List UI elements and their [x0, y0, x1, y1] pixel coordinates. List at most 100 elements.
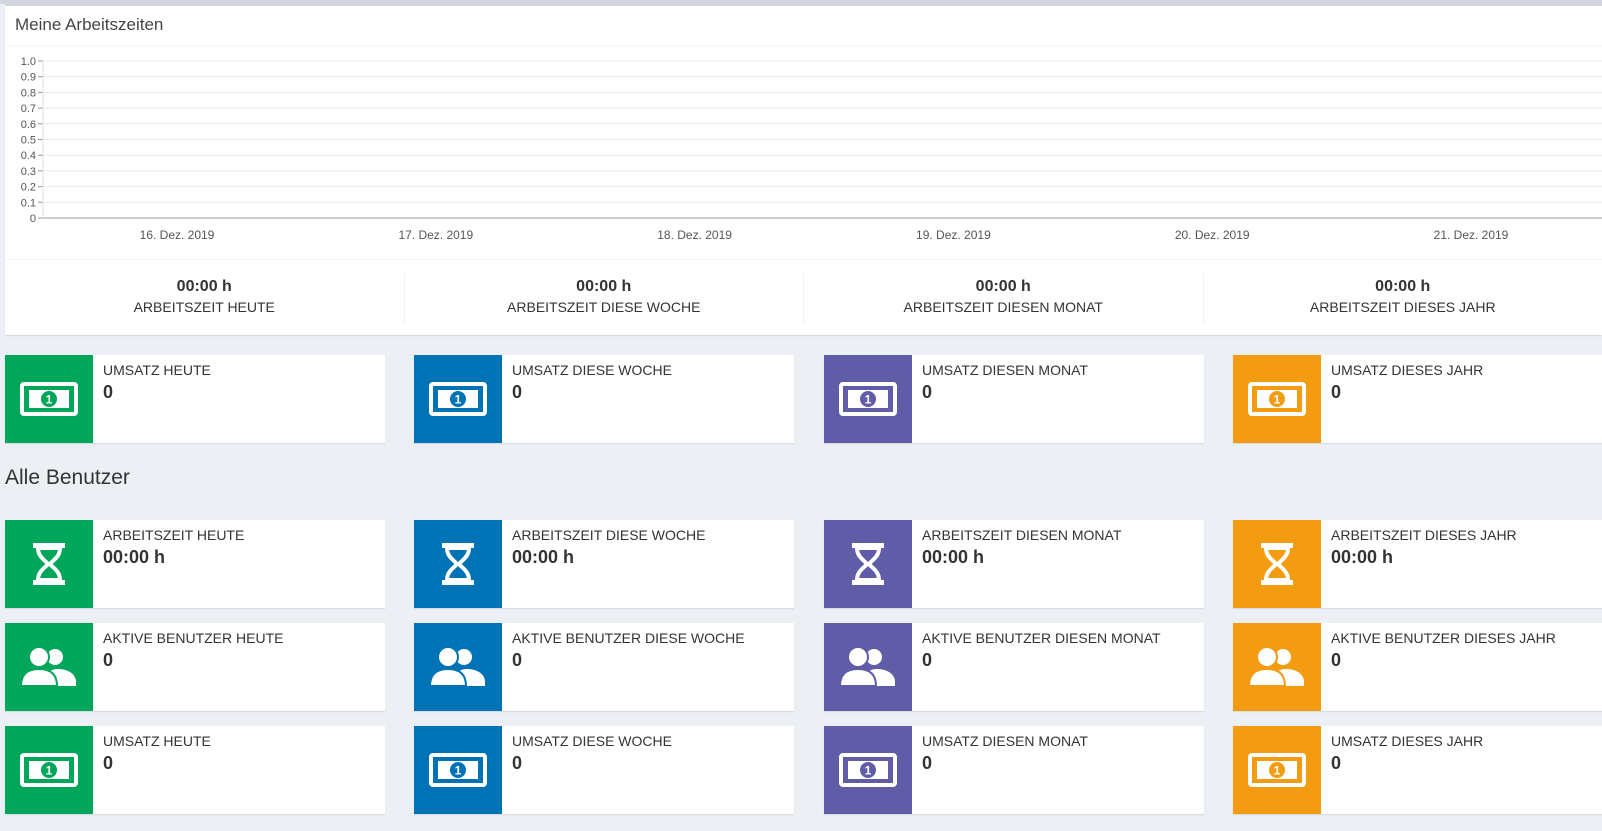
svg-text:1: 1	[865, 764, 872, 778]
info-box-value: 0	[922, 753, 933, 773]
all-active-users-box: AKTIVE BENUTZER DIESES JAHR 0	[1233, 623, 1602, 711]
x-tick-label: 21. Dez. 2019	[1434, 228, 1509, 242]
my-revenue-box: 1 UMSATZ DIESEN MONAT 0	[824, 355, 1204, 443]
info-box-value: 0	[103, 650, 114, 670]
money-bill-icon: 1	[1233, 355, 1321, 443]
stat-value: 00:00 h	[975, 278, 1031, 295]
x-tick-label: 20. Dez. 2019	[1175, 228, 1250, 242]
x-tick-label: 17. Dez. 2019	[398, 228, 473, 242]
stat-label: ARBEITSZEIT HEUTE	[133, 299, 275, 315]
x-tick-label: 16. Dez. 2019	[140, 228, 215, 242]
svg-text:1: 1	[455, 764, 462, 778]
info-box-value: 0	[512, 753, 523, 773]
y-tick-label: 0.8	[21, 87, 36, 99]
x-tick-label: 18. Dez. 2019	[657, 228, 732, 242]
y-tick-label: 1.0	[21, 56, 36, 68]
info-box-label: ARBEITSZEIT DIESE WOCHE	[512, 527, 706, 543]
info-box-label: UMSATZ DIESES JAHR	[1331, 362, 1484, 378]
info-box-label: UMSATZ HEUTE	[103, 362, 211, 378]
chart-divider	[5, 259, 1602, 260]
y-tick-label: 0.9	[21, 72, 36, 84]
hourglass-icon	[824, 520, 912, 608]
info-box-label: ARBEITSZEIT DIESES JAHR	[1331, 527, 1517, 543]
my-revenue-box: 1 UMSATZ HEUTE 0	[5, 355, 385, 443]
info-box-label: AKTIVE BENUTZER HEUTE	[103, 630, 284, 646]
info-box-value: 0	[1331, 650, 1342, 670]
info-box-value: 0	[922, 382, 933, 402]
all-revenue-box: 1 UMSATZ DIESE WOCHE 0	[414, 726, 794, 814]
stat-year: 00:00 h ARBEITSZEIT DIESES JAHR	[1204, 274, 1602, 324]
all-active-users-box: AKTIVE BENUTZER HEUTE 0	[5, 623, 385, 711]
y-tick-label: 0.3	[21, 166, 36, 178]
stat-value: 00:00 h	[576, 278, 632, 295]
y-tick-label: 0.5	[21, 135, 36, 147]
info-box-value: 00:00 h	[512, 547, 575, 567]
svg-text:1: 1	[46, 393, 53, 407]
info-box-label: AKTIVE BENUTZER DIESEN MONAT	[922, 630, 1161, 646]
users-icon	[5, 623, 93, 711]
stat-label: ARBEITSZEIT DIESES JAHR	[1309, 299, 1496, 315]
info-box-value: 0	[103, 753, 114, 773]
hourglass-icon	[1233, 520, 1321, 608]
x-tick-label: 19. Dez. 2019	[916, 228, 991, 242]
svg-text:1: 1	[865, 393, 872, 407]
section-title-all-users: Alle Benutzer	[5, 466, 130, 489]
info-box-label: ARBEITSZEIT HEUTE	[103, 527, 245, 543]
info-box-value: 00:00 h	[1331, 547, 1394, 567]
money-bill-icon: 1	[824, 726, 912, 814]
all-active-users-box: AKTIVE BENUTZER DIESEN MONAT 0	[824, 623, 1204, 711]
stat-week: 00:00 h ARBEITSZEIT DIESE WOCHE	[405, 274, 804, 324]
info-box-value: 0	[512, 382, 523, 402]
info-box-value: 0	[1331, 382, 1342, 402]
all-worktime-box: ARBEITSZEIT DIESE WOCHE 00:00 h	[414, 520, 794, 608]
y-tick-label: 0.4	[21, 150, 36, 162]
hourglass-icon	[414, 520, 502, 608]
my-worktime-panel: Meine Arbeitszeiten 1.0 0.9 0.8 0.7 0.6 0.5 0.…	[5, 4, 1602, 335]
info-box-label: UMSATZ DIESEN MONAT	[922, 362, 1088, 378]
chart-svg: 1.0 0.9 0.8 0.7 0.6 0.5 0.4 0.3 0.2 0.1 0 16. Dez. …	[21, 56, 1602, 242]
info-box-label: AKTIVE BENUTZER DIESE WOCHE	[512, 630, 745, 646]
info-box-value: 0	[103, 382, 114, 402]
all-revenue-box: 1 UMSATZ DIESES JAHR 0	[1233, 726, 1602, 814]
stat-today: 00:00 h ARBEITSZEIT HEUTE	[5, 274, 405, 324]
all-worktime-box: ARBEITSZEIT DIESES JAHR 00:00 h	[1233, 520, 1602, 608]
info-box-value: 0	[512, 650, 523, 670]
info-box-value: 00:00 h	[922, 547, 985, 567]
all-active-users-box: AKTIVE BENUTZER DIESE WOCHE 0	[414, 623, 794, 711]
panel-title: Meine Arbeitszeiten	[5, 6, 1602, 46]
money-bill-icon: 1	[414, 726, 502, 814]
my-revenue-box: 1 UMSATZ DIESES JAHR 0	[1233, 355, 1602, 443]
users-icon	[1233, 623, 1321, 711]
all-worktime-box: ARBEITSZEIT HEUTE 00:00 h	[5, 520, 385, 608]
y-tick-label: 0.7	[21, 103, 36, 115]
stat-label: ARBEITSZEIT DIESE WOCHE	[507, 299, 701, 315]
money-bill-icon: 1	[824, 355, 912, 443]
info-box-label: UMSATZ DIESE WOCHE	[512, 733, 672, 749]
users-icon	[824, 623, 912, 711]
money-bill-icon: 1	[414, 355, 502, 443]
all-worktime-box: ARBEITSZEIT DIESEN MONAT 00:00 h	[824, 520, 1204, 608]
info-box-label: UMSATZ DIESE WOCHE	[512, 362, 672, 378]
stat-label: ARBEITSZEIT DIESEN MONAT	[903, 299, 1103, 315]
svg-text:1: 1	[1274, 764, 1281, 778]
money-bill-icon: 1	[5, 355, 93, 443]
worktime-chart: 1.0 0.9 0.8 0.7 0.6 0.5 0.4 0.3 0.2 0.1 0 16. Dez. …	[5, 51, 1602, 261]
stat-value: 00:00 h	[1375, 278, 1431, 295]
info-box-label: AKTIVE BENUTZER DIESES JAHR	[1331, 630, 1556, 646]
info-box-value: 0	[1331, 753, 1342, 773]
y-tick-label: 0.2	[21, 182, 36, 194]
info-box-label: UMSATZ DIESEN MONAT	[922, 733, 1088, 749]
hourglass-icon	[5, 520, 93, 608]
money-bill-icon: 1	[1233, 726, 1321, 814]
money-bill-icon: 1	[5, 726, 93, 814]
y-tick-label: 0	[30, 213, 36, 225]
worktime-stats: 00:00 h ARBEITSZEIT HEUTE 00:00 h ARBEIT…	[5, 274, 1602, 324]
info-box-label: ARBEITSZEIT DIESEN MONAT	[922, 527, 1122, 543]
users-icon	[414, 623, 502, 711]
my-revenue-box: 1 UMSATZ DIESE WOCHE 0	[414, 355, 794, 443]
stat-value: 00:00 h	[176, 278, 232, 295]
y-tick-label: 0.1	[21, 197, 36, 209]
stat-month: 00:00 h ARBEITSZEIT DIESEN MONAT	[804, 274, 1204, 324]
all-revenue-box: 1 UMSATZ HEUTE 0	[5, 726, 385, 814]
y-tick-label: 0.6	[21, 119, 36, 131]
